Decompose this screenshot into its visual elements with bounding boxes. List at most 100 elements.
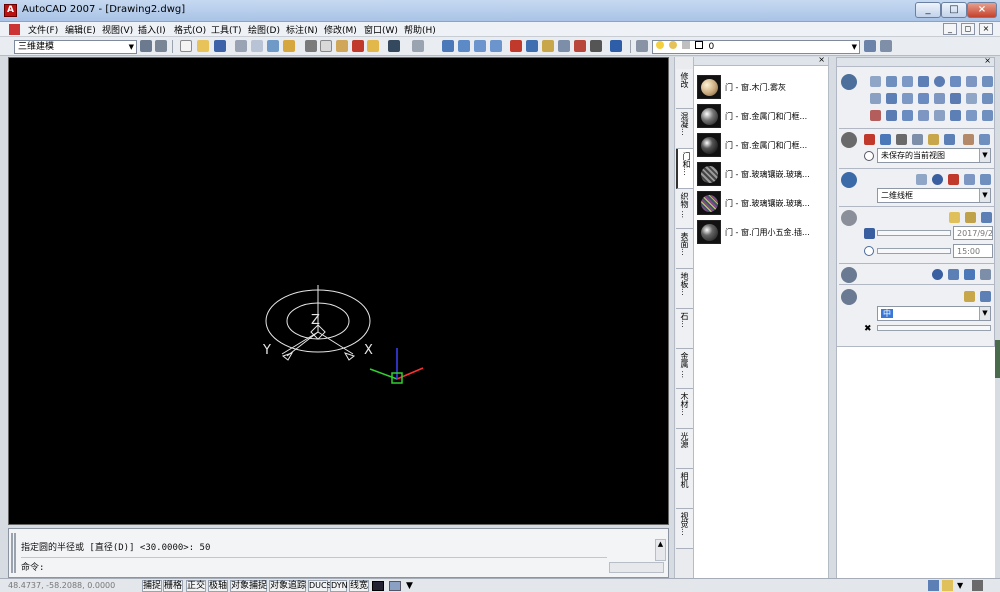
- lineweight-toggle[interactable]: 线宽: [349, 580, 369, 592]
- paste-icon[interactable]: [336, 40, 348, 52]
- menu-modify[interactable]: 修改(M): [324, 23, 357, 36]
- publish-icon[interactable]: [267, 40, 279, 52]
- flatshot-icon[interactable]: [934, 110, 945, 121]
- tab-doors-windows[interactable]: 门和...: [676, 149, 693, 189]
- render-region-icon[interactable]: [980, 291, 991, 302]
- material-attach-icon[interactable]: [948, 269, 959, 280]
- menu-draw[interactable]: 绘图(D): [248, 23, 280, 36]
- torus-icon[interactable]: [966, 76, 977, 87]
- undo-icon[interactable]: [388, 40, 400, 52]
- 3d-rotate-icon[interactable]: [886, 110, 897, 121]
- tab-flooring[interactable]: 地板...: [676, 269, 693, 309]
- ortho-toggle[interactable]: 正交: [186, 580, 206, 592]
- box-icon[interactable]: [886, 76, 897, 87]
- toolbar-lock-icon[interactable]: [942, 580, 953, 591]
- render-teapot-icon[interactable]: [964, 291, 975, 302]
- light-list-icon[interactable]: [981, 212, 992, 223]
- close-button[interactable]: ×: [967, 2, 997, 18]
- clean-screen-icon[interactable]: [972, 580, 983, 591]
- close-icon[interactable]: ×: [984, 56, 991, 65]
- menu-dimension[interactable]: 标注(N): [286, 23, 318, 36]
- drawing-area[interactable]: Z Y X: [8, 57, 669, 525]
- sphere-icon[interactable]: [934, 76, 945, 87]
- layer-select[interactable]: 0 ▼: [652, 40, 860, 54]
- tool-palettes-icon[interactable]: [542, 40, 554, 52]
- print-icon[interactable]: [235, 40, 247, 52]
- open-file-icon[interactable]: [197, 40, 209, 52]
- grid-toggle[interactable]: 栅格: [163, 580, 183, 592]
- material-item[interactable]: 门 - 窗.木门.雾灰: [696, 74, 826, 100]
- minimize-button[interactable]: _: [915, 2, 941, 18]
- workspace-save-icon[interactable]: [155, 40, 167, 52]
- tab-concrete[interactable]: 混凝...: [676, 109, 693, 149]
- calendar-icon[interactable]: [864, 228, 875, 239]
- layer-properties-icon[interactable]: [636, 40, 648, 52]
- time-slider[interactable]: [877, 248, 951, 254]
- cylinder-icon[interactable]: [950, 76, 961, 87]
- camera-icon[interactable]: [963, 134, 974, 145]
- dashboard-header[interactable]: ×: [837, 56, 994, 67]
- design-center-icon[interactable]: [526, 40, 538, 52]
- polar-toggle[interactable]: 极轴: [208, 580, 228, 592]
- redo-icon[interactable]: [412, 40, 424, 52]
- workspace-settings-icon[interactable]: [140, 40, 152, 52]
- properties-icon[interactable]: [510, 40, 522, 52]
- view-cube-icon[interactable]: [979, 134, 990, 145]
- maximize-button[interactable]: □: [941, 2, 967, 18]
- doc-close-button[interactable]: ×: [979, 23, 993, 35]
- cone-icon[interactable]: [918, 76, 929, 87]
- spotlight-icon[interactable]: [965, 212, 976, 223]
- zoom-icon[interactable]: [880, 134, 891, 145]
- tab-cameras[interactable]: 相机: [676, 469, 693, 509]
- pyramid-icon[interactable]: [982, 76, 993, 87]
- thicken-icon[interactable]: [950, 110, 961, 121]
- layer-previous-icon[interactable]: [880, 40, 892, 52]
- view-toggle-icon[interactable]: [864, 151, 874, 161]
- material-item[interactable]: 门 - 窗.玻璃镶嵌.玻璃...: [696, 190, 826, 216]
- visual-style-select[interactable]: 二维线框 ▼: [877, 188, 991, 203]
- tab-lights[interactable]: 光源: [676, 429, 693, 469]
- polysolid-icon[interactable]: [870, 76, 881, 87]
- snap-toggle[interactable]: 捕捉: [142, 580, 162, 592]
- menu-window[interactable]: 窗口(W): [364, 23, 398, 36]
- close-small-icon[interactable]: ✖: [864, 324, 872, 334]
- document-icon[interactable]: [9, 24, 20, 35]
- status-menu-icon[interactable]: ▼: [406, 581, 413, 591]
- dyn-toggle[interactable]: DYN: [330, 580, 348, 592]
- render-quality-select[interactable]: 中 ▼: [877, 306, 991, 321]
- presspull-icon[interactable]: [886, 93, 897, 104]
- menu-format[interactable]: 格式(O): [174, 23, 206, 36]
- match-properties-icon[interactable]: [352, 40, 364, 52]
- visual-style-icon[interactable]: [841, 172, 857, 188]
- menu-help[interactable]: 帮助(H): [404, 23, 436, 36]
- interfere-icon[interactable]: [966, 110, 977, 121]
- material-item[interactable]: 门 - 窗.门用小五金.插...: [696, 219, 826, 245]
- sheet-set-icon[interactable]: [558, 40, 570, 52]
- loft-icon[interactable]: [934, 93, 945, 104]
- new-file-icon[interactable]: [180, 40, 192, 52]
- slice-icon[interactable]: [902, 110, 913, 121]
- command-prompt[interactable]: 命令:: [21, 560, 44, 573]
- walk-icon[interactable]: [928, 134, 939, 145]
- 3d-make-icon[interactable]: [841, 74, 857, 90]
- calculator-icon[interactable]: [590, 40, 602, 52]
- print-preview-icon[interactable]: [251, 40, 263, 52]
- object-snap-toggle[interactable]: 对象捕捉: [230, 580, 267, 592]
- menu-tools[interactable]: 工具(T): [211, 23, 242, 36]
- markup-icon[interactable]: [574, 40, 586, 52]
- status-arrow-icon[interactable]: ▼: [957, 581, 963, 590]
- make-current-layer-icon[interactable]: [864, 40, 876, 52]
- ducs-toggle[interactable]: DUCS: [308, 580, 332, 592]
- materials-window-icon[interactable]: [980, 269, 991, 280]
- 3d-dwf-icon[interactable]: [283, 40, 295, 52]
- material-item[interactable]: 门 - 窗.金属门和门框...: [696, 103, 826, 129]
- tab-modify[interactable]: 修改: [676, 69, 693, 109]
- point-light-icon[interactable]: [949, 212, 960, 223]
- workspace-select[interactable]: 三维建模 ▼: [14, 40, 137, 54]
- revolve-icon[interactable]: [918, 93, 929, 104]
- 3d-move-icon[interactable]: [870, 110, 881, 121]
- menu-view[interactable]: 视图(V): [102, 23, 133, 36]
- tab-wood[interactable]: 木材...: [676, 389, 693, 429]
- intersect-icon[interactable]: [982, 93, 993, 104]
- zoom-window-icon[interactable]: [474, 40, 486, 52]
